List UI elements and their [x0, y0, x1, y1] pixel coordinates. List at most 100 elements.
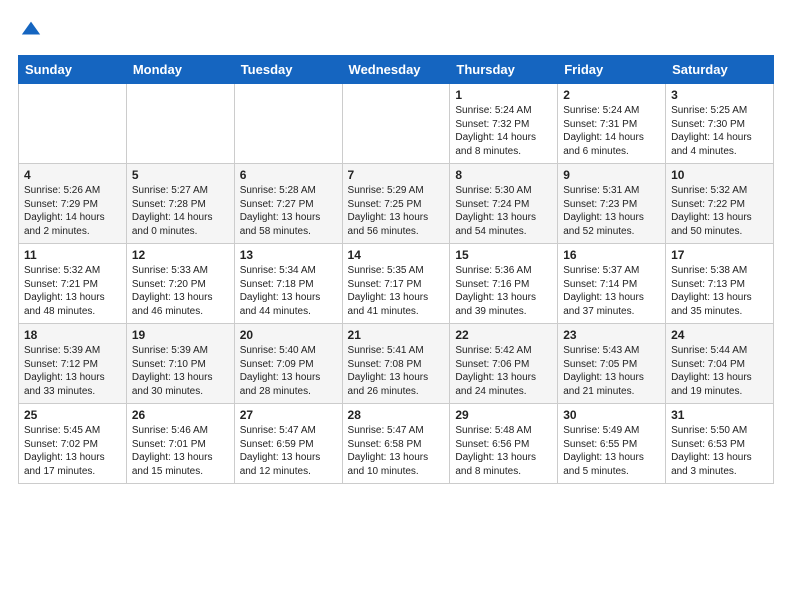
calendar-cell: 24Sunrise: 5:44 AM Sunset: 7:04 PM Dayli…: [666, 324, 774, 404]
calendar-cell: 17 Sunrise: 5:38 AM Sunset: 7:13 PM Dayli…: [666, 244, 774, 324]
day-info: Sunrise: 5:44 AM Sunset: 7:04 PM Dayligh…: [671, 344, 768, 398]
day-number: 23: [563, 328, 660, 342]
day-number: 17: [671, 248, 768, 262]
col-header-wednesday: Wednesday: [342, 56, 450, 84]
calendar-cell: [126, 84, 234, 164]
day-info: Sunrise: 5:39 AM Sunset: 7:12 PM Dayligh…: [24, 344, 121, 398]
calendar-cell: 18 Sunrise: 5:39 AM Sunset: 7:12 PM Dayli…: [19, 324, 127, 404]
calendar-cell: 21Sunrise: 5:41 AM Sunset: 7:08 PM Dayli…: [342, 324, 450, 404]
day-info: Sunrise: 5:39 AM Sunset: 7:10 PM Dayligh…: [132, 344, 229, 398]
day-info: Sunrise: 5:40 AM Sunset: 7:09 PM Dayligh…: [240, 344, 337, 398]
day-number: 8: [455, 168, 552, 182]
logo-icon: [20, 18, 42, 40]
calendar-cell: [234, 84, 342, 164]
day-info: Sunrise: 5:24 AM Sunset: 7:32 PM Dayligh…: [455, 104, 552, 158]
day-number: 5: [132, 168, 229, 182]
calendar-cell: 20Sunrise: 5:40 AM Sunset: 7:09 PM Dayli…: [234, 324, 342, 404]
day-number: 26: [132, 408, 229, 422]
day-info: Sunrise: 5:30 AM Sunset: 7:24 PM Dayligh…: [455, 184, 552, 238]
day-info: Sunrise: 5:27 AM Sunset: 7:28 PM Dayligh…: [132, 184, 229, 238]
calendar-cell: 28 Sunrise: 5:47 AM Sunset: 6:58 PM Dayli…: [342, 404, 450, 484]
day-info: Sunrise: 5:37 AM Sunset: 7:14 PM Dayligh…: [563, 264, 660, 318]
calendar-cell: 16 Sunrise: 5:37 AM Sunset: 7:14 PM Dayli…: [558, 244, 666, 324]
day-info: Sunrise: 5:29 AM Sunset: 7:25 PM Dayligh…: [348, 184, 445, 238]
day-number: 30: [563, 408, 660, 422]
calendar-cell: 12 Sunrise: 5:33 AM Sunset: 7:20 PM Dayli…: [126, 244, 234, 324]
day-number: 15: [455, 248, 552, 262]
calendar-cell: 29 Sunrise: 5:48 AM Sunset: 6:56 PM Dayli…: [450, 404, 558, 484]
calendar: SundayMondayTuesdayWednesdayThursdayFrid…: [18, 55, 774, 484]
calendar-cell: 31Sunrise: 5:50 AM Sunset: 6:53 PM Dayli…: [666, 404, 774, 484]
day-number: 7: [348, 168, 445, 182]
day-info: Sunrise: 5:48 AM Sunset: 6:56 PM Dayligh…: [455, 424, 552, 478]
day-number: 10: [671, 168, 768, 182]
day-number: 25: [24, 408, 121, 422]
calendar-header-row: SundayMondayTuesdayWednesdayThursdayFrid…: [19, 56, 774, 84]
calendar-cell: 10Sunrise: 5:32 AM Sunset: 7:22 PM Dayli…: [666, 164, 774, 244]
calendar-cell: 13Sunrise: 5:34 AM Sunset: 7:18 PM Dayli…: [234, 244, 342, 324]
logo: [18, 18, 42, 45]
day-number: 4: [24, 168, 121, 182]
day-info: Sunrise: 5:32 AM Sunset: 7:21 PM Dayligh…: [24, 264, 121, 318]
day-number: 29: [455, 408, 552, 422]
calendar-week-5: 25 Sunrise: 5:45 AM Sunset: 7:02 PM Dayli…: [19, 404, 774, 484]
calendar-cell: 4 Sunrise: 5:26 AM Sunset: 7:29 PM Daylig…: [19, 164, 127, 244]
calendar-cell: 14 Sunrise: 5:35 AM Sunset: 7:17 PM Dayli…: [342, 244, 450, 324]
calendar-cell: 25 Sunrise: 5:45 AM Sunset: 7:02 PM Dayli…: [19, 404, 127, 484]
day-info: Sunrise: 5:26 AM Sunset: 7:29 PM Dayligh…: [24, 184, 121, 238]
calendar-cell: 1 Sunrise: 5:24 AM Sunset: 7:32 PM Daylig…: [450, 84, 558, 164]
day-info: Sunrise: 5:43 AM Sunset: 7:05 PM Dayligh…: [563, 344, 660, 398]
calendar-cell: [19, 84, 127, 164]
calendar-week-4: 18 Sunrise: 5:39 AM Sunset: 7:12 PM Dayli…: [19, 324, 774, 404]
day-number: 1: [455, 88, 552, 102]
day-number: 19: [132, 328, 229, 342]
calendar-cell: 30 Sunrise: 5:49 AM Sunset: 6:55 PM Dayli…: [558, 404, 666, 484]
day-info: Sunrise: 5:38 AM Sunset: 7:13 PM Dayligh…: [671, 264, 768, 318]
col-header-friday: Friday: [558, 56, 666, 84]
calendar-cell: 6Sunrise: 5:28 AM Sunset: 7:27 PM Daylig…: [234, 164, 342, 244]
day-number: 16: [563, 248, 660, 262]
day-number: 9: [563, 168, 660, 182]
day-info: Sunrise: 5:25 AM Sunset: 7:30 PM Dayligh…: [671, 104, 768, 158]
col-header-thursday: Thursday: [450, 56, 558, 84]
day-number: 31: [671, 408, 768, 422]
day-info: Sunrise: 5:35 AM Sunset: 7:17 PM Dayligh…: [348, 264, 445, 318]
day-number: 3: [671, 88, 768, 102]
day-number: 11: [24, 248, 121, 262]
col-header-tuesday: Tuesday: [234, 56, 342, 84]
calendar-cell: 7 Sunrise: 5:29 AM Sunset: 7:25 PM Daylig…: [342, 164, 450, 244]
day-info: Sunrise: 5:47 AM Sunset: 6:58 PM Dayligh…: [348, 424, 445, 478]
day-info: Sunrise: 5:36 AM Sunset: 7:16 PM Dayligh…: [455, 264, 552, 318]
day-info: Sunrise: 5:42 AM Sunset: 7:06 PM Dayligh…: [455, 344, 552, 398]
day-info: Sunrise: 5:47 AM Sunset: 6:59 PM Dayligh…: [240, 424, 337, 478]
calendar-week-3: 11 Sunrise: 5:32 AM Sunset: 7:21 PM Dayli…: [19, 244, 774, 324]
col-header-sunday: Sunday: [19, 56, 127, 84]
calendar-cell: 2Sunrise: 5:24 AM Sunset: 7:31 PM Daylig…: [558, 84, 666, 164]
day-info: Sunrise: 5:34 AM Sunset: 7:18 PM Dayligh…: [240, 264, 337, 318]
day-number: 22: [455, 328, 552, 342]
calendar-cell: 22 Sunrise: 5:42 AM Sunset: 7:06 PM Dayli…: [450, 324, 558, 404]
day-number: 18: [24, 328, 121, 342]
calendar-cell: 8 Sunrise: 5:30 AM Sunset: 7:24 PM Daylig…: [450, 164, 558, 244]
day-number: 28: [348, 408, 445, 422]
day-number: 6: [240, 168, 337, 182]
day-number: 12: [132, 248, 229, 262]
calendar-cell: 15 Sunrise: 5:36 AM Sunset: 7:16 PM Dayli…: [450, 244, 558, 324]
day-info: Sunrise: 5:31 AM Sunset: 7:23 PM Dayligh…: [563, 184, 660, 238]
header: [18, 18, 774, 45]
day-info: Sunrise: 5:49 AM Sunset: 6:55 PM Dayligh…: [563, 424, 660, 478]
day-number: 27: [240, 408, 337, 422]
day-info: Sunrise: 5:46 AM Sunset: 7:01 PM Dayligh…: [132, 424, 229, 478]
calendar-week-1: 1 Sunrise: 5:24 AM Sunset: 7:32 PM Daylig…: [19, 84, 774, 164]
calendar-cell: 11 Sunrise: 5:32 AM Sunset: 7:21 PM Dayli…: [19, 244, 127, 324]
calendar-cell: 9 Sunrise: 5:31 AM Sunset: 7:23 PM Daylig…: [558, 164, 666, 244]
day-number: 21: [348, 328, 445, 342]
day-number: 14: [348, 248, 445, 262]
calendar-cell: 23 Sunrise: 5:43 AM Sunset: 7:05 PM Dayli…: [558, 324, 666, 404]
day-info: Sunrise: 5:33 AM Sunset: 7:20 PM Dayligh…: [132, 264, 229, 318]
calendar-cell: 3 Sunrise: 5:25 AM Sunset: 7:30 PM Daylig…: [666, 84, 774, 164]
calendar-cell: [342, 84, 450, 164]
calendar-cell: 27 Sunrise: 5:47 AM Sunset: 6:59 PM Dayli…: [234, 404, 342, 484]
day-info: Sunrise: 5:24 AM Sunset: 7:31 PM Dayligh…: [563, 104, 660, 158]
day-info: Sunrise: 5:45 AM Sunset: 7:02 PM Dayligh…: [24, 424, 121, 478]
